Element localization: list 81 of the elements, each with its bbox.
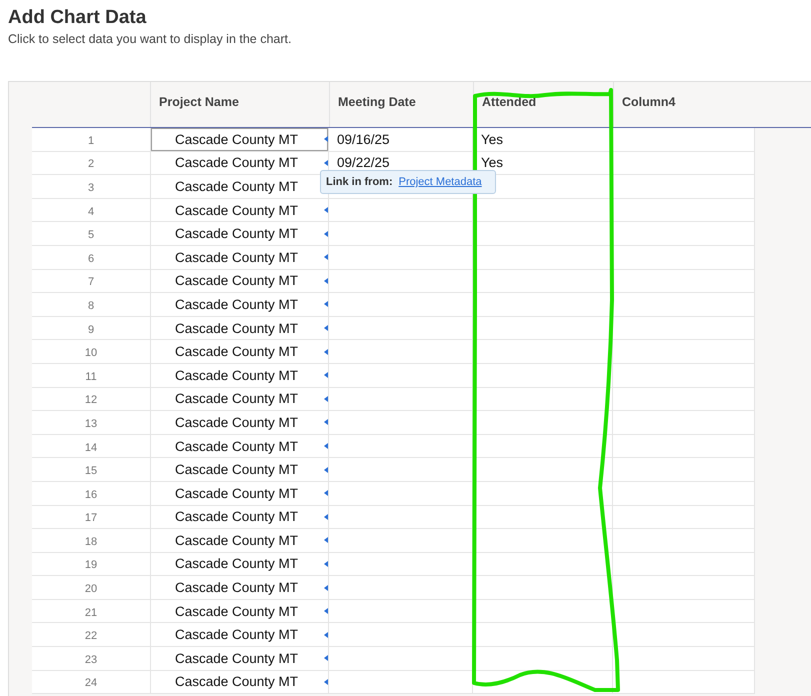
row-number: 18 <box>84 536 98 548</box>
table-cell[interactable]: Cascade County MT <box>150 411 329 434</box>
table-cell: Yes <box>481 155 504 170</box>
table-cell[interactable]: Cascade County MT <box>150 388 329 410</box>
row-number: 19 <box>84 559 98 572</box>
table-cell[interactable]: Cascade County MT <box>150 293 329 316</box>
row-number: 9 <box>88 324 94 336</box>
table-cell: Yes <box>481 132 504 147</box>
link-indicator-icon <box>324 443 328 450</box>
page-title: Add Chart Data <box>8 7 146 29</box>
link-indicator-icon <box>324 160 328 166</box>
column-header[interactable]: Column4 <box>622 95 676 109</box>
row-number: 14 <box>84 442 98 454</box>
link-indicator-icon <box>324 207 328 214</box>
table-cell[interactable]: Cascade County MT <box>150 623 329 646</box>
table-cell: 09/16/25 <box>337 132 390 147</box>
row-number: 3 <box>88 182 94 194</box>
table-cell: 09/22/25 <box>337 155 390 170</box>
row-number: 8 <box>88 300 94 312</box>
row-number: 12 <box>84 394 98 406</box>
row-number: 5 <box>88 229 94 242</box>
table-cell[interactable]: Cascade County MT <box>150 198 329 222</box>
link-indicator-icon <box>324 466 328 473</box>
link-indicator-icon <box>324 584 328 591</box>
column-header[interactable]: Project Name <box>159 95 239 109</box>
row-number: 7 <box>88 276 94 288</box>
link-indicator-icon <box>324 278 328 284</box>
table-cell[interactable]: Cascade County MT <box>150 482 329 504</box>
link-indicator-icon <box>324 254 328 260</box>
row-number: 21 <box>84 606 98 619</box>
link-indicator-icon <box>324 325 328 332</box>
row-number: 23 <box>84 654 98 666</box>
table-cell[interactable]: Cascade County MT <box>150 128 329 151</box>
tooltip-label: Link in from: <box>326 176 393 188</box>
table-cell[interactable]: Cascade County MT <box>150 458 329 481</box>
row-number: 20 <box>84 583 98 596</box>
row-number: 15 <box>84 465 98 478</box>
row-number: 22 <box>84 630 98 642</box>
table-cell[interactable]: Cascade County MT <box>150 576 329 599</box>
table-cell[interactable]: Cascade County MT <box>150 647 329 670</box>
table-cell[interactable]: Cascade County MT <box>150 222 329 245</box>
link-indicator-icon <box>324 632 328 638</box>
row-number: 4 <box>88 206 94 218</box>
table-cell[interactable]: Cascade County MT <box>150 246 329 269</box>
table-cell[interactable]: Cascade County MT <box>150 364 329 387</box>
table-cell[interactable]: Cascade County MT <box>150 600 329 622</box>
link-indicator-icon <box>324 396 328 402</box>
column-header[interactable]: Meeting Date <box>338 95 416 109</box>
link-indicator-icon <box>324 230 328 237</box>
table-cell[interactable]: Cascade County MT <box>150 552 329 576</box>
link-indicator-icon <box>324 608 328 614</box>
table-cell[interactable]: Cascade County MT <box>150 529 329 552</box>
column-header[interactable]: Attended <box>482 95 536 109</box>
row-number: 10 <box>84 347 98 360</box>
row-number: 16 <box>84 488 98 501</box>
link-indicator-icon <box>324 419 328 426</box>
link-indicator-icon <box>324 560 328 567</box>
row-number: 2 <box>88 158 94 170</box>
row-number: 6 <box>88 252 94 265</box>
link-indicator-icon <box>324 514 328 520</box>
link-indicator-icon <box>324 655 328 662</box>
table-cell[interactable]: Cascade County MT <box>150 316 329 340</box>
table-cell[interactable]: Cascade County MT <box>150 434 329 458</box>
link-indicator-icon <box>324 490 328 496</box>
table-cell[interactable]: Cascade County MT <box>150 270 329 292</box>
page-subtitle: Click to select data you want to display in the chart. <box>8 32 292 46</box>
link-indicator-icon <box>324 537 328 544</box>
table-cell[interactable]: Cascade County MT <box>150 506 329 528</box>
row-number: 13 <box>84 418 98 430</box>
tooltip-link[interactable]: Project Metadata <box>398 176 482 188</box>
link-indicator-icon <box>324 301 328 308</box>
row-number: 17 <box>84 512 98 524</box>
row-number: 24 <box>84 677 98 690</box>
link-indicator-icon <box>324 678 328 685</box>
table-cell[interactable]: Cascade County MT <box>150 340 329 363</box>
link-indicator-icon <box>324 372 328 378</box>
link-indicator-icon <box>324 348 328 355</box>
table-cell[interactable]: Cascade County MT <box>150 670 329 694</box>
row-number: 1 <box>88 134 94 147</box>
row-number: 11 <box>85 370 97 383</box>
link-indicator-icon <box>324 136 328 142</box>
